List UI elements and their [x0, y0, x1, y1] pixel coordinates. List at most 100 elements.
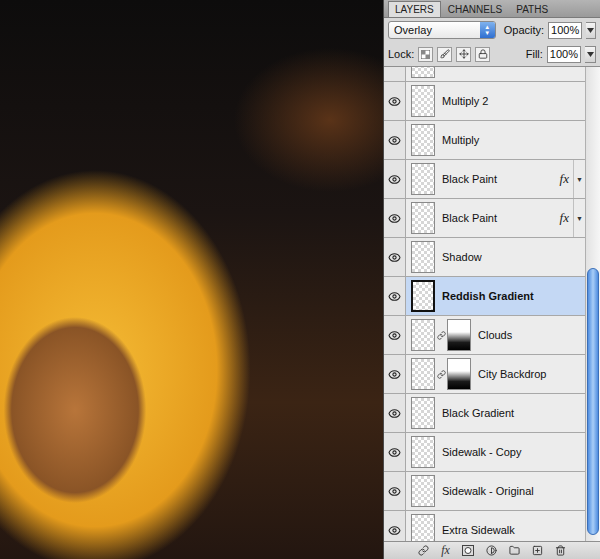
blend-mode-select[interactable]: Overlay▲▼ [388, 21, 496, 39]
visibility-toggle[interactable] [384, 82, 406, 120]
visibility-toggle[interactable] [384, 160, 406, 198]
layer-name: Sidewalk - Original [442, 485, 534, 497]
opacity-field[interactable]: 100% [548, 22, 582, 39]
arrow-down-icon [587, 28, 594, 33]
visibility-toggle[interactable] [384, 433, 406, 471]
eye-icon [388, 485, 401, 498]
visibility-toggle[interactable] [384, 394, 406, 432]
visibility-toggle[interactable] [384, 121, 406, 159]
eye-icon [388, 524, 401, 537]
effects-expander[interactable]: ▼ [573, 160, 585, 198]
adjustment-icon[interactable] [486, 545, 497, 556]
layer-thumbnail [411, 202, 435, 234]
photoshop-window: LAYERSCHANNELSPATHSOverlay▲▼Opacity:100%… [0, 0, 600, 559]
layer-name: Clouds [478, 329, 512, 341]
lock-transparency[interactable] [418, 47, 433, 62]
eye-icon [388, 290, 401, 303]
layer-thumbnail [411, 475, 435, 507]
brush-icon [440, 49, 450, 59]
fill-field[interactable]: 100% [547, 46, 581, 63]
panel-tab[interactable]: PATHS [509, 1, 555, 17]
layer-thumbnail [411, 67, 435, 78]
layer-thumbnail [411, 397, 435, 429]
layer-row[interactable]: Multiply 2 [384, 82, 585, 121]
layer-thumbnail [411, 436, 435, 468]
mask-link[interactable] [435, 331, 447, 340]
link-icon[interactable] [418, 545, 429, 556]
layer-row[interactable]: Reddish Gradient [384, 277, 585, 316]
layer-name: Shadow [442, 251, 482, 263]
effects-badge: fx [560, 210, 573, 226]
layer-thumbnail [411, 124, 435, 156]
layer-thumbnail [411, 358, 435, 390]
eye-icon [388, 329, 401, 342]
add-style-button[interactable]: fx [441, 543, 450, 558]
layer-row[interactable] [384, 67, 585, 82]
layer-row[interactable]: Sidewalk - Original [384, 472, 585, 511]
fill-label: Fill: [526, 48, 543, 60]
layer-row[interactable]: Black Paint fx▼ [384, 160, 585, 199]
visibility-toggle[interactable] [384, 355, 406, 393]
lock-position[interactable] [456, 47, 471, 62]
effects-expander[interactable]: ▼ [573, 199, 585, 237]
eye-icon [388, 173, 401, 186]
layer-thumbnail [411, 280, 435, 312]
eye-icon [388, 67, 401, 69]
layer-row[interactable]: Clouds [384, 316, 585, 355]
layer-row[interactable]: Shadow [384, 238, 585, 277]
opacity-dropdown[interactable] [586, 22, 596, 39]
panel-toolbar: fx [384, 541, 600, 559]
scrollbar-thumb[interactable] [587, 268, 599, 535]
layer-thumbnail [411, 514, 435, 541]
visibility-toggle[interactable] [384, 316, 406, 354]
new-layer-icon[interactable] [532, 545, 543, 556]
panel-tabs: LAYERSCHANNELSPATHS [384, 0, 600, 18]
visibility-toggle[interactable] [384, 511, 406, 541]
canvas-photo [0, 0, 383, 559]
layer-row[interactable]: Black Gradient [384, 394, 585, 433]
layer-name: Black Paint [442, 212, 497, 224]
mask-link[interactable] [435, 370, 447, 379]
mask-icon[interactable] [462, 545, 474, 556]
trash-icon[interactable] [555, 545, 566, 556]
blend-row: Overlay▲▼ Opacity: 100% [384, 18, 600, 42]
visibility-toggle[interactable] [384, 67, 406, 81]
layer-thumbnail [411, 163, 435, 195]
panel-tab[interactable]: CHANNELS [441, 1, 509, 17]
layer-row[interactable]: Multiply [384, 121, 585, 160]
lock-pixels[interactable] [437, 47, 452, 62]
visibility-toggle[interactable] [384, 472, 406, 510]
visibility-toggle[interactable] [384, 238, 406, 276]
layer-thumbnail [411, 319, 435, 351]
layer-name: Multiply [442, 134, 479, 146]
opacity-label: Opacity: [504, 24, 544, 36]
eye-icon [388, 212, 401, 225]
move-icon [459, 49, 469, 59]
lock-icon [478, 49, 488, 59]
layer-name: Extra Sidewalk [442, 524, 515, 536]
layer-mask-thumbnail[interactable] [447, 358, 471, 390]
eye-icon [388, 251, 401, 264]
checker-icon [421, 50, 430, 59]
link-icon [437, 331, 446, 340]
layer-name: Black Paint [442, 173, 497, 185]
layer-row[interactable]: Extra Sidewalk [384, 511, 585, 541]
layer-row[interactable]: Sidewalk - Copy [384, 433, 585, 472]
select-arrows-icon: ▲▼ [480, 22, 495, 38]
panel-tab[interactable]: LAYERS [388, 1, 441, 17]
visibility-toggle[interactable] [384, 199, 406, 237]
layer-row[interactable]: City Backdrop [384, 355, 585, 394]
eye-icon [388, 95, 401, 108]
layer-name: Sidewalk - Copy [442, 446, 521, 458]
eye-icon [388, 134, 401, 147]
lock-all[interactable] [475, 47, 490, 62]
effects-badge: fx [560, 171, 573, 187]
scrollbar[interactable] [585, 67, 600, 541]
fill-dropdown[interactable] [585, 46, 596, 63]
layer-thumbnail [411, 241, 435, 273]
layer-mask-thumbnail[interactable] [447, 319, 471, 351]
folder-icon[interactable] [509, 545, 520, 556]
arrow-down-icon [587, 52, 594, 57]
layer-row[interactable]: Black Paint fx▼ [384, 199, 585, 238]
visibility-toggle[interactable] [384, 277, 406, 315]
